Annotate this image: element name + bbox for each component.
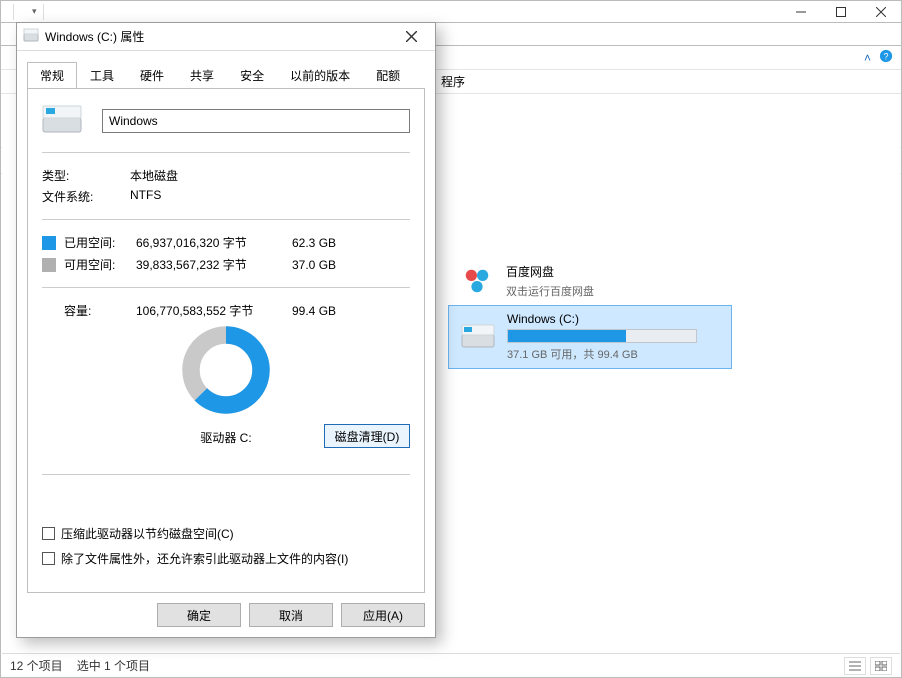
tile-title: 百度网盘 xyxy=(506,263,722,280)
properties-dialog: Windows (C:) 属性 常规 工具 硬件 共享 安全 以前的版本 配额 … xyxy=(16,22,436,638)
fs-key: 文件系统: xyxy=(42,188,100,205)
tab-tools[interactable]: 工具 xyxy=(77,62,127,89)
close-button[interactable] xyxy=(861,1,901,23)
tile-subtitle: 双击运行百度网盘 xyxy=(506,283,722,299)
tab-strip: 常规 工具 硬件 共享 安全 以前的版本 配额 xyxy=(17,51,435,88)
index-label: 除了文件属性外，还允许索引此驱动器上文件的内容(I) xyxy=(61,550,348,567)
help-icon[interactable]: ? xyxy=(879,49,893,66)
capacity-gb: 99.4 GB xyxy=(292,304,352,318)
chevron-up-icon[interactable]: ˄ xyxy=(864,51,871,65)
quick-access-toolbar: ▾ xyxy=(1,1,901,23)
tab-hardware[interactable]: 硬件 xyxy=(127,62,177,89)
type-key: 类型: xyxy=(42,167,100,184)
status-count: 12 个项目 xyxy=(10,657,63,674)
dialog-button-row: 确定 取消 应用(A) xyxy=(17,593,435,637)
drive-icon xyxy=(459,312,497,362)
used-color-swatch xyxy=(42,236,56,250)
free-gb: 37.0 GB xyxy=(292,258,352,272)
checkbox-icon[interactable] xyxy=(42,527,55,540)
index-checkbox-row[interactable]: 除了文件属性外，还允许索引此驱动器上文件的内容(I) xyxy=(42,550,410,567)
drive-name-value: Windows xyxy=(109,114,158,128)
status-bar: 12 个项目 选中 1 个项目 xyxy=(2,653,900,677)
used-gb: 62.3 GB xyxy=(292,236,352,250)
menubar-item[interactable]: 程序 xyxy=(441,73,465,90)
usage-donut: 驱动器 C: 磁盘清理(D) xyxy=(42,325,410,446)
view-details-button[interactable] xyxy=(844,657,866,675)
tab-general[interactable]: 常规 xyxy=(27,62,77,89)
free-color-swatch xyxy=(42,258,56,272)
fs-val: NTFS xyxy=(130,188,161,205)
baidu-netdisk-icon xyxy=(458,263,496,299)
view-tiles-button[interactable] xyxy=(870,657,892,675)
tab-previous[interactable]: 以前的版本 xyxy=(277,62,363,89)
tab-quota[interactable]: 配额 xyxy=(363,62,413,89)
used-bytes: 66,937,016,320 字节 xyxy=(136,234,292,251)
capacity-label: 容量: xyxy=(64,302,136,319)
drive-icon xyxy=(23,27,39,46)
free-label: 可用空间: xyxy=(64,256,136,273)
svg-text:?: ? xyxy=(884,52,889,62)
disk-cleanup-button[interactable]: 磁盘清理(D) xyxy=(324,424,410,448)
drive-name-input[interactable]: Windows xyxy=(102,109,410,133)
dialog-close-button[interactable] xyxy=(393,25,429,49)
checkbox-icon[interactable] xyxy=(42,552,55,565)
status-selected: 选中 1 个项目 xyxy=(77,657,150,674)
tab-panel-general: Windows 类型: 本地磁盘 文件系统: NTFS 已用空间: 66,937,0… xyxy=(27,88,425,593)
tab-sharing[interactable]: 共享 xyxy=(177,62,227,89)
minimize-button[interactable] xyxy=(781,1,821,23)
compress-checkbox-row[interactable]: 压缩此驱动器以节约磁盘空间(C) xyxy=(42,525,410,542)
cancel-button[interactable]: 取消 xyxy=(249,603,333,627)
dialog-title: Windows (C:) 属性 xyxy=(45,28,144,45)
compress-label: 压缩此驱动器以节约磁盘空间(C) xyxy=(61,525,234,542)
tile-title: Windows (C:) xyxy=(507,312,721,326)
maximize-button[interactable] xyxy=(821,1,861,23)
drive-usage-bar xyxy=(507,329,697,343)
ok-button[interactable]: 确定 xyxy=(157,603,241,627)
drive-icon xyxy=(42,103,82,138)
tile-baidu[interactable]: 百度网盘 双击运行百度网盘 xyxy=(448,257,732,305)
free-bytes: 39,833,567,232 字节 xyxy=(136,256,292,273)
tab-security[interactable]: 安全 xyxy=(227,62,277,89)
tile-subtitle: 37.1 GB 可用，共 99.4 GB xyxy=(507,346,721,362)
donut-caption: 驱动器 C: xyxy=(200,429,251,446)
used-label: 已用空间: xyxy=(64,234,136,251)
dialog-titlebar[interactable]: Windows (C:) 属性 xyxy=(17,23,435,51)
apply-button[interactable]: 应用(A) xyxy=(341,603,425,627)
tile-drive-c[interactable]: Windows (C:) 37.1 GB 可用，共 99.4 GB xyxy=(448,305,732,369)
chevron-down-icon[interactable]: ▾ xyxy=(32,6,37,17)
capacity-bytes: 106,770,583,552 字节 xyxy=(136,302,292,319)
type-val: 本地磁盘 xyxy=(130,167,178,184)
